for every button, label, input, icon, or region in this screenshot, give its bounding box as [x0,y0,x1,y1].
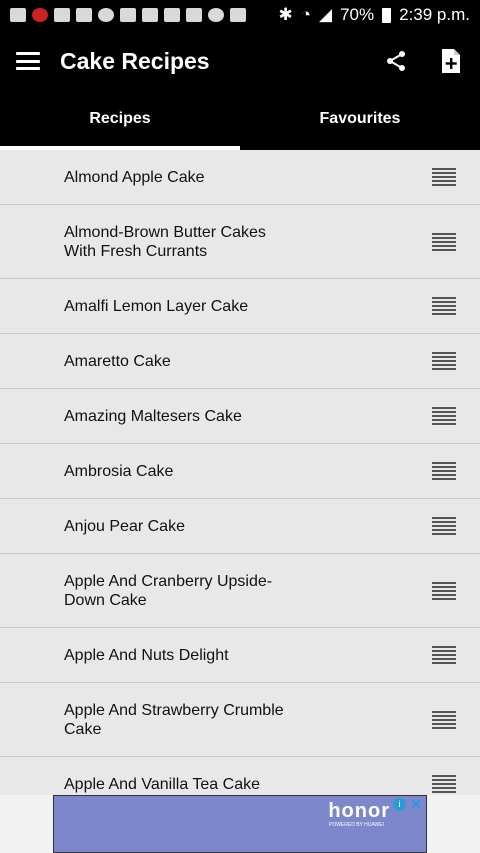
ad-brand-tagline: POWERED BY HUAWEI [328,822,384,828]
tab-recipes[interactable]: Recipes [0,92,240,150]
list-item[interactable]: Almond-Brown Butter Cakes With Fresh Curr… [0,205,480,279]
list-item[interactable]: Apple And Strawberry Crumble Cake [0,683,480,757]
vpn-icon [208,8,224,22]
ad-banner[interactable]: honor POWERED BY HUAWEI i ✕ [53,795,427,853]
list-item[interactable]: Apple And Nuts Delight [0,628,480,683]
app-icon [230,8,246,22]
notification-icons [10,8,246,22]
wifi-icon: ◔ [300,5,312,24]
signal-icon: ◢ [319,5,333,24]
recipe-title: Apple And Nuts Delight [64,646,229,664]
recipe-title: Apple And Strawberry Crumble Cake [64,701,284,738]
app-icon [54,8,70,22]
list-item[interactable]: Ambrosia Cake [0,444,480,499]
list-item[interactable]: Almond Apple Cake [0,150,480,205]
drag-handle-icon[interactable] [432,710,456,729]
list-item[interactable]: Amalfi Lemon Layer Cake [0,279,480,334]
recipe-title: Ambrosia Cake [64,462,174,480]
flipboard-icon [186,8,202,22]
status-bar: ✱ ◔ ◢ 70% 2:39 p.m. [0,0,480,30]
recipe-title: Almond-Brown Butter Cakes With Fresh Curr… [64,223,266,260]
recipe-title: Apple And Cranberry Upside- Down Cake [64,572,273,609]
alert-icon [32,8,48,22]
photo-icon [164,8,180,22]
recipe-title: Amalfi Lemon Layer Cake [64,297,249,315]
mail-icon [142,8,158,22]
add-document-icon[interactable] [440,48,462,74]
battery-level: 70% [340,5,375,24]
drag-handle-icon[interactable] [432,232,456,251]
drag-handle-icon[interactable] [432,297,456,315]
drag-handle-icon[interactable] [432,352,456,370]
recipe-title: Amazing Maltesers Cake [64,407,242,425]
recipe-title: Apple And Vanilla Tea Cake [64,775,260,793]
list-item[interactable]: Amaretto Cake [0,334,480,389]
recipe-title: Almond Apple Cake [64,168,205,186]
recipe-title: Anjou Pear Cake [64,517,185,535]
app-title: Cake Recipes [60,47,210,74]
location-icon [98,8,114,22]
ad-close-icon[interactable]: ✕ [410,796,422,813]
app-icon [76,8,92,22]
recipe-title: Amaretto Cake [64,352,171,370]
list-item[interactable]: Amazing Maltesers Cake [0,389,480,444]
drag-handle-icon[interactable] [432,407,456,425]
drag-handle-icon[interactable] [432,646,456,664]
recipe-list[interactable]: Almond Apple Cake Almond-Brown Butter Ca… [0,150,480,795]
share-icon[interactable] [384,49,408,73]
menu-icon[interactable] [16,52,40,70]
list-item[interactable]: Apple And Vanilla Tea Cake [0,757,480,795]
list-item[interactable]: Anjou Pear Cake [0,499,480,554]
bluetooth-icon: ✱ [278,5,293,24]
drag-handle-icon[interactable] [432,517,456,535]
ad-area: honor POWERED BY HUAWEI i ✕ [0,795,480,853]
tab-favourites[interactable]: Favourites [240,92,480,150]
messages-icon [10,8,26,22]
battery-icon [382,7,392,23]
drag-handle-icon[interactable] [432,775,456,793]
app-bar: Cake Recipes [0,30,480,92]
mail-icon [120,8,136,22]
tab-bar: Recipes Favourites [0,92,480,150]
clock: 2:39 p.m. [399,5,470,24]
ad-brand-logo: honor [328,800,390,822]
drag-handle-icon[interactable] [432,581,456,600]
ad-info-icon[interactable]: i [393,798,406,811]
list-item[interactable]: Apple And Cranberry Upside- Down Cake [0,554,480,628]
drag-handle-icon[interactable] [432,462,456,480]
drag-handle-icon[interactable] [432,168,456,186]
